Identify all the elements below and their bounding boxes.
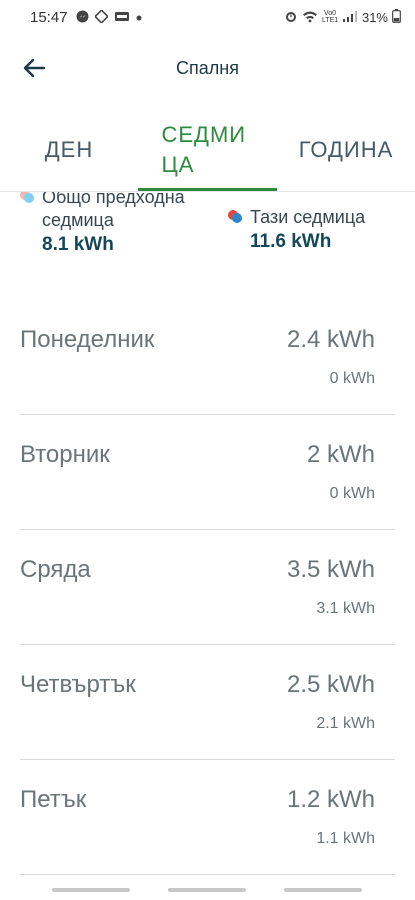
nav-back-button[interactable] bbox=[284, 888, 362, 892]
list-item: Понеделник 2.4 kWh 0 kWh bbox=[20, 300, 395, 415]
day-name: Сряда bbox=[20, 556, 91, 583]
messenger-icon bbox=[76, 10, 89, 25]
app-notification-icon bbox=[114, 10, 130, 25]
legend-current-value: 11.6 kWh bbox=[250, 231, 332, 252]
legend-current-dots-icon bbox=[228, 210, 246, 224]
day-value: 1.2 kWh bbox=[286, 786, 375, 813]
volte-icon: Vo0 LTE1 bbox=[321, 10, 339, 24]
tab-week-label: СЕДМИЦА bbox=[161, 122, 247, 177]
signal-icon bbox=[342, 10, 358, 25]
tab-year-label: ГОДИНА bbox=[298, 137, 394, 162]
tab-week[interactable]: СЕДМИЦА bbox=[138, 108, 277, 192]
nav-recents-button[interactable] bbox=[52, 888, 130, 892]
day-previous-value: 1.1 kWh bbox=[316, 830, 375, 847]
chart-legend: Общо предходна седмица 8.1 kWh Тази седм… bbox=[0, 192, 415, 287]
day-previous-value: 3.1 kWh bbox=[316, 600, 375, 617]
day-value: 2 kWh bbox=[306, 441, 375, 468]
period-tabs: ДЕН СЕДМИЦА ГОДИНА bbox=[0, 108, 415, 192]
legend-previous-week: Общо предходна седмица 8.1 kWh bbox=[20, 192, 200, 258]
app-bar: Спалня bbox=[0, 40, 415, 96]
tab-year[interactable]: ГОДИНА bbox=[277, 108, 415, 192]
alarm-icon bbox=[284, 9, 298, 25]
legend-previous-dots-icon bbox=[20, 192, 38, 204]
list-item: Вторник 2 kWh 0 kWh bbox=[20, 415, 395, 530]
status-bar-right: Vo0 LTE1 31% bbox=[284, 9, 401, 25]
page-title: Спалня bbox=[176, 58, 239, 78]
day-list: Понеделник 2.4 kWh 0 kWh Вторник 2 kWh 0… bbox=[20, 300, 395, 875]
day-value: 2.4 kWh bbox=[286, 326, 375, 353]
navigation-icon bbox=[93, 8, 109, 25]
status-bar-left: 15:47 bbox=[30, 9, 142, 26]
list-item: Сряда 3.5 kWh 3.1 kWh bbox=[20, 530, 395, 645]
battery-percent: 31% bbox=[361, 9, 388, 25]
more-notifications-dot-icon bbox=[136, 11, 142, 23]
tab-day[interactable]: ДЕН bbox=[0, 108, 138, 192]
list-item: Петък 1.2 kWh 1.1 kWh bbox=[20, 760, 395, 875]
day-previous-value: 0 kWh bbox=[329, 370, 375, 387]
legend-current-week: Тази седмица 11.6 kWh bbox=[228, 206, 408, 255]
day-previous-value: 0 kWh bbox=[329, 485, 375, 502]
day-name: Четвъртък bbox=[20, 671, 136, 698]
legend-previous-value: 8.1 kWh bbox=[42, 234, 114, 255]
day-value: 2.5 kWh bbox=[286, 671, 375, 698]
day-name: Вторник bbox=[20, 441, 110, 468]
battery-icon bbox=[392, 9, 401, 25]
day-name: Понеделник bbox=[20, 326, 155, 353]
day-name: Петък bbox=[20, 786, 87, 813]
tab-day-label: ДЕН bbox=[44, 137, 94, 162]
wifi-icon bbox=[302, 10, 318, 25]
status-time: 15:47 bbox=[30, 8, 68, 26]
status-bar: 15:47 Vo0 LTE1 31% bbox=[0, 0, 415, 34]
tab-selected-indicator bbox=[138, 188, 277, 191]
legend-previous-label: Общо предходна седмица bbox=[42, 192, 185, 230]
legend-current-label: Тази седмица bbox=[250, 207, 366, 227]
day-previous-value: 2.1 kWh bbox=[316, 715, 375, 732]
system-nav-bar bbox=[0, 884, 415, 900]
day-value: 3.5 kWh bbox=[286, 556, 375, 583]
list-item: Четвъртък 2.5 kWh 2.1 kWh bbox=[20, 645, 395, 760]
nav-home-button[interactable] bbox=[168, 888, 246, 892]
